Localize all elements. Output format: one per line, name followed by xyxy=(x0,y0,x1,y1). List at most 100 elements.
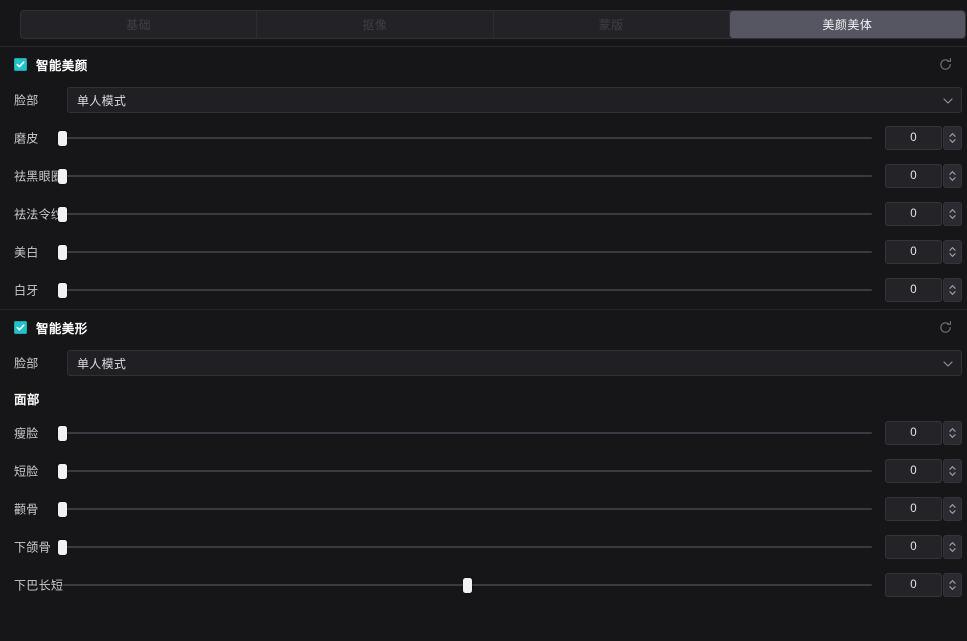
slider-label-nasolabial: 祛法令纹 xyxy=(14,207,64,222)
slider-track xyxy=(62,432,872,434)
section-smart-beauty-header: 智能美颜 xyxy=(0,47,967,81)
slider-row-face-slimming: 瘦脸 0 xyxy=(0,414,967,452)
slider-cheekbone[interactable] xyxy=(57,501,872,517)
value-input-skin-smoothing[interactable]: 0 xyxy=(885,126,942,150)
reset-icon[interactable] xyxy=(935,54,955,74)
value-input-short-face[interactable]: 0 xyxy=(885,459,942,483)
value-input-nasolabial[interactable]: 0 xyxy=(885,202,942,226)
stepper-nasolabial[interactable] xyxy=(943,202,962,226)
slider-row-cheekbone: 颧骨 0 xyxy=(0,490,967,528)
slider-track xyxy=(62,137,872,139)
slider-row-short-face: 短脸 0 xyxy=(0,452,967,490)
tab-chromakey[interactable]: 抠像 xyxy=(257,11,494,38)
smart-reshape-checkbox[interactable] xyxy=(14,320,27,334)
smart-reshape-title: 智能美形 xyxy=(36,321,88,336)
slider-row-jawbone: 下颌骨 0 xyxy=(0,528,967,566)
stepper-chin-length[interactable] xyxy=(943,573,962,597)
value-text-whitening: 0 xyxy=(910,246,917,258)
stepper-short-face[interactable] xyxy=(943,459,962,483)
stepper-face-slimming[interactable] xyxy=(943,421,962,445)
slider-handle-dark-circles[interactable] xyxy=(57,168,67,184)
slider-track xyxy=(62,508,872,510)
smart-beauty-face-mode-value: 单人模式 xyxy=(77,93,127,108)
tab-bar: 基础 抠像 蒙版 美颜美体 xyxy=(0,0,967,47)
value-text-skin-smoothing: 0 xyxy=(910,132,917,144)
value-text-face-slimming: 0 xyxy=(910,427,917,439)
value-input-face-slimming[interactable]: 0 xyxy=(885,421,942,445)
value-text-cheekbone: 0 xyxy=(910,503,917,515)
tab-beauty-body[interactable]: 美颜美体 xyxy=(729,11,965,38)
value-input-chin-length[interactable]: 0 xyxy=(885,573,942,597)
subgroup-facial-header: 面部 xyxy=(0,382,967,414)
slider-whitening[interactable] xyxy=(57,244,872,260)
slider-track xyxy=(62,289,872,291)
smart-beauty-checkbox[interactable] xyxy=(14,57,27,71)
reset-icon[interactable] xyxy=(935,317,955,337)
value-text-jawbone: 0 xyxy=(910,541,917,553)
subgroup-facial-title: 面部 xyxy=(14,392,40,407)
slider-handle-face-slimming[interactable] xyxy=(57,425,67,441)
slider-handle-nasolabial[interactable] xyxy=(57,206,67,222)
slider-row-skin-smoothing: 磨皮 0 xyxy=(0,119,967,157)
smart-beauty-title: 智能美颜 xyxy=(36,58,88,73)
stepper-teeth-whitening[interactable] xyxy=(943,278,962,302)
slider-handle-chin-length[interactable] xyxy=(462,577,472,593)
value-text-chin-length: 0 xyxy=(910,579,917,591)
slider-handle-short-face[interactable] xyxy=(57,463,67,479)
slider-handle-whitening[interactable] xyxy=(57,244,67,260)
smart-beauty-face-mode-label: 脸部 xyxy=(14,93,39,108)
slider-track xyxy=(62,546,872,548)
slider-label-short-face: 短脸 xyxy=(14,464,39,479)
tab-mask-label: 蒙版 xyxy=(598,18,624,32)
slider-track xyxy=(62,251,872,253)
chevron-down-icon xyxy=(943,354,953,372)
value-text-teeth-whitening: 0 xyxy=(910,284,917,296)
value-text-dark-circles: 0 xyxy=(910,170,917,182)
stepper-cheekbone[interactable] xyxy=(943,497,962,521)
slider-handle-skin-smoothing[interactable] xyxy=(57,130,67,146)
slider-jawbone[interactable] xyxy=(57,539,872,555)
smart-reshape-face-mode-label: 脸部 xyxy=(14,356,39,371)
stepper-dark-circles[interactable] xyxy=(943,164,962,188)
smart-reshape-face-mode-row: 脸部 单人模式 xyxy=(0,344,967,382)
value-input-cheekbone[interactable]: 0 xyxy=(885,497,942,521)
smart-beauty-face-mode-select[interactable]: 单人模式 xyxy=(67,87,962,113)
slider-short-face[interactable] xyxy=(57,463,872,479)
tab-mask[interactable]: 蒙版 xyxy=(494,11,730,38)
smart-reshape-face-mode-select[interactable]: 单人模式 xyxy=(67,350,962,376)
stepper-skin-smoothing[interactable] xyxy=(943,126,962,150)
slider-row-whitening: 美白 0 xyxy=(0,233,967,271)
beauty-settings-panel: 智能美颜 脸部 单人模式 磨皮 0 祛黑眼圈 0 祛法令纹 0 美白 0 白牙 … xyxy=(0,47,967,641)
section-smart-reshape-header: 智能美形 xyxy=(0,310,967,344)
value-input-teeth-whitening[interactable]: 0 xyxy=(885,278,942,302)
slider-handle-cheekbone[interactable] xyxy=(57,501,67,517)
slider-face-slimming[interactable] xyxy=(57,425,872,441)
tab-chromakey-label: 抠像 xyxy=(362,18,388,32)
tab-basic-label: 基础 xyxy=(126,18,152,32)
value-input-dark-circles[interactable]: 0 xyxy=(885,164,942,188)
smart-beauty-face-mode-row: 脸部 单人模式 xyxy=(0,81,967,119)
slider-label-skin-smoothing: 磨皮 xyxy=(14,131,39,146)
slider-teeth-whitening[interactable] xyxy=(57,282,872,298)
tab-basic[interactable]: 基础 xyxy=(21,11,258,38)
stepper-jawbone[interactable] xyxy=(943,535,962,559)
slider-track xyxy=(62,213,872,215)
slider-label-whitening: 美白 xyxy=(14,245,39,260)
slider-label-jawbone: 下颌骨 xyxy=(14,540,51,555)
slider-track xyxy=(62,470,872,472)
slider-label-face-slimming: 瘦脸 xyxy=(14,426,39,441)
slider-handle-jawbone[interactable] xyxy=(57,539,67,555)
slider-row-teeth-whitening: 白牙 0 xyxy=(0,271,967,309)
value-text-short-face: 0 xyxy=(910,465,917,477)
slider-skin-smoothing[interactable] xyxy=(57,130,872,146)
slider-chin-length[interactable] xyxy=(62,577,872,593)
slider-dark-circles[interactable] xyxy=(57,168,872,184)
slider-track xyxy=(62,175,872,177)
value-input-whitening[interactable]: 0 xyxy=(885,240,942,264)
stepper-whitening[interactable] xyxy=(943,240,962,264)
tab-beauty-body-label: 美颜美体 xyxy=(822,18,873,32)
value-input-jawbone[interactable]: 0 xyxy=(885,535,942,559)
slider-row-chin-length: 下巴长短 0 xyxy=(0,566,967,604)
slider-nasolabial[interactable] xyxy=(57,206,872,222)
slider-handle-teeth-whitening[interactable] xyxy=(57,282,67,298)
